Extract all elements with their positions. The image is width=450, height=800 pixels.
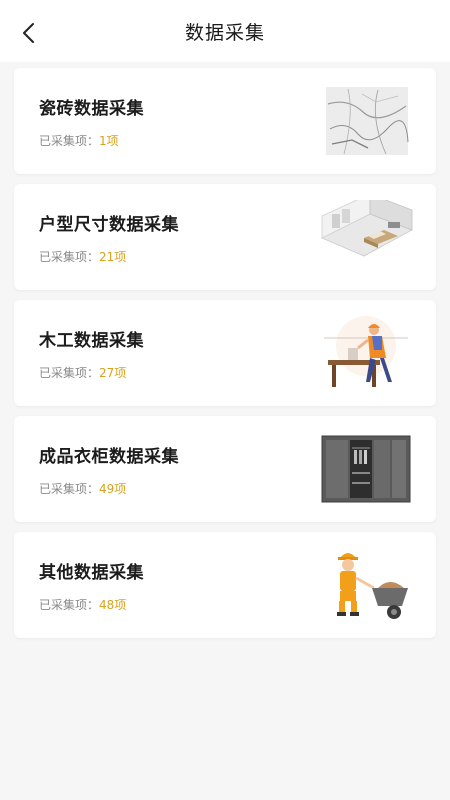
collected-count-label: 已采集项： xyxy=(39,598,100,612)
back-button[interactable] xyxy=(14,18,44,48)
collected-count-value: 49项 xyxy=(99,482,127,496)
card-tile-collection[interactable]: 瓷砖数据采集 已采集项：1项 xyxy=(14,68,436,174)
collected-count-label: 已采集项： xyxy=(39,250,100,264)
card-carpentry-collection[interactable]: 木工数据采集 已采集项：27项 xyxy=(14,300,436,406)
card-title: 成品衣柜数据采集 xyxy=(39,447,179,467)
collected-count: 已采集项：48项 xyxy=(39,596,126,613)
card-title: 木工数据采集 xyxy=(39,331,144,351)
collected-count-value: 27项 xyxy=(99,366,127,380)
marble-tile-image xyxy=(326,87,409,155)
wardrobe-image xyxy=(321,435,411,503)
card-wardrobe-collection[interactable]: 成品衣柜数据采集 已采集项：49项 xyxy=(14,416,436,522)
collected-count-value: 48项 xyxy=(99,598,127,612)
carpenter-image xyxy=(324,316,408,387)
room-layout-image xyxy=(321,200,413,257)
page-title: 数据采集 xyxy=(184,21,265,44)
collected-count: 已采集项：49项 xyxy=(39,480,126,497)
card-title: 户型尺寸数据采集 xyxy=(39,215,179,235)
card-other-collection[interactable]: 其他数据采集 已采集项：48项 xyxy=(14,532,436,638)
collected-count-label: 已采集项： xyxy=(39,134,100,148)
card-room-size-collection[interactable]: 户型尺寸数据采集 已采集项：21项 xyxy=(14,184,436,290)
worker-wheelbarrow-image xyxy=(337,553,408,619)
collected-count: 已采集项：21项 xyxy=(39,248,126,265)
collected-count-value: 21项 xyxy=(99,250,127,264)
card-title: 瓷砖数据采集 xyxy=(39,99,144,119)
collected-count: 已采集项：27项 xyxy=(39,364,126,381)
chevron-left-icon xyxy=(23,23,34,43)
top-bar: 数据采集 xyxy=(0,0,450,62)
collected-count-value: 1项 xyxy=(99,134,119,148)
collected-count-label: 已采集项： xyxy=(39,482,100,496)
app-screen: 数据采集 瓷砖数据采集 已采集项：1项 户型尺寸数据采集 已采集项：21项 木工… xyxy=(0,0,450,800)
collected-count: 已采集项：1项 xyxy=(39,132,119,149)
card-title: 其他数据采集 xyxy=(39,563,144,583)
collected-count-label: 已采集项： xyxy=(39,366,100,380)
